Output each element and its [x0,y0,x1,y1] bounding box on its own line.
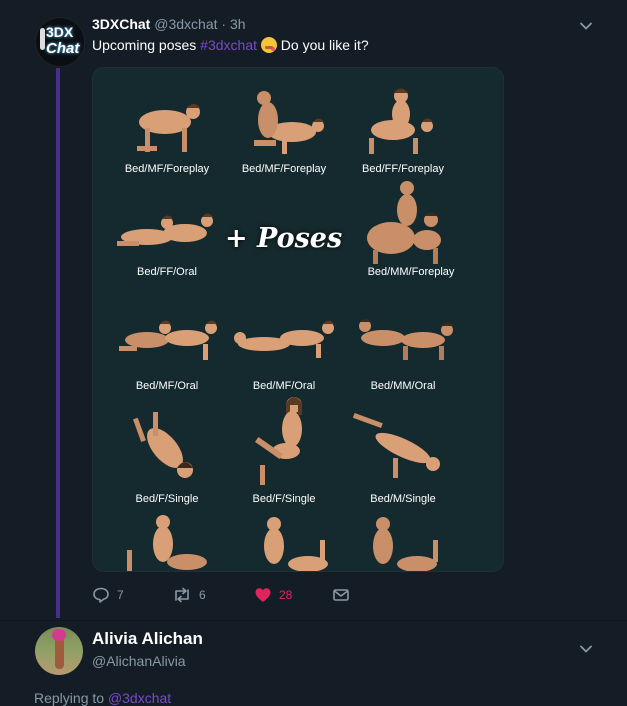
pose-figure [351,176,471,266]
pose-caption: Bed/MF/Oral [252,380,316,392]
pose-caption: Bed/F/Single [135,493,199,505]
tweet-actions: 7 6 28 [92,586,392,606]
pose-caption: Bed/FF/Foreplay [362,163,444,175]
retweet-button[interactable]: 6 [172,586,206,604]
avatar[interactable]: 3DX Chat [35,17,85,67]
tweet-header: 3DXChat @3dxchat · 3h [92,16,246,32]
tweet-time[interactable]: 3h [230,16,246,32]
avatar-logo-line2: Chat [46,40,80,57]
pose-figure [343,408,463,488]
reply-count: 7 [117,588,124,602]
avatar-figure [40,28,45,50]
replying-prefix: Replying to [34,690,105,706]
envelope-icon [333,589,349,601]
pose-figure [343,308,463,368]
tweet-text-end: Do you like it? [280,37,369,53]
pose-caption: Bed/FF/Oral [137,266,197,278]
like-button[interactable]: 28 [254,586,292,604]
pose-caption: Bed/F/Single [252,493,316,505]
pose-figure [107,193,227,263]
thread-line [56,68,60,618]
replying-to-line: Replying to @3dxchat [34,690,171,706]
pose-figure [107,308,227,368]
chevron-down-icon[interactable] [579,19,593,33]
author-name[interactable]: 3DXChat [92,16,150,32]
reply-author-name[interactable]: Alivia Alichan [92,629,203,649]
pose-figure [107,510,227,571]
heart-icon [255,588,271,602]
like-count: 28 [279,588,293,602]
pose-figure [224,393,344,488]
pose-figure [343,82,463,162]
pose-caption: Bed/MM/Oral [370,380,436,392]
pose-figure [343,510,463,571]
tweet-media-image[interactable]: Bed/MF/Foreplay Bed/MF/Foreplay Bed/FF/F… [92,67,504,572]
avatar-logo-line1: 3DX [46,24,74,40]
hashtag-link[interactable]: #3dxchat [200,37,257,53]
pose-caption: Bed/M/Single [370,493,436,505]
pose-figure [224,308,344,368]
retweet-icon [175,587,189,603]
avatar-hair [52,629,66,641]
retweet-count: 6 [199,588,206,602]
pose-caption: Bed/MF/Foreplay [241,163,327,175]
kissing-face-emoji-icon [260,37,277,53]
plus-poses-overlay: + Poses [225,223,343,254]
chevron-down-icon[interactable] [579,642,593,656]
reply-icon [93,587,109,603]
avatar[interactable] [35,627,83,675]
replying-to-link[interactable]: @3dxchat [108,690,171,706]
tweet-text: Upcoming poses #3dxchat Do you like it? [92,37,369,53]
reply-author-handle[interactable]: @AlichanAlivia [92,653,186,669]
separator: · [221,16,227,32]
pose-figure [224,82,344,162]
reply-button[interactable]: 7 [92,586,124,604]
tweet-text-start: Upcoming poses [92,37,197,53]
pose-figure [107,82,227,162]
pose-figure [224,510,344,571]
pose-caption: Bed/MF/Foreplay [124,163,210,175]
author-handle[interactable]: @3dxchat [154,16,217,32]
direct-message-button[interactable] [332,586,350,604]
tweet[interactable]: 3DX Chat 3DXChat @3dxchat · 3h Upcoming … [0,0,627,621]
pose-caption: Bed/MF/Oral [135,380,199,392]
pose-figure [107,408,227,488]
pose-caption: Bed/MM/Foreplay [367,266,455,278]
